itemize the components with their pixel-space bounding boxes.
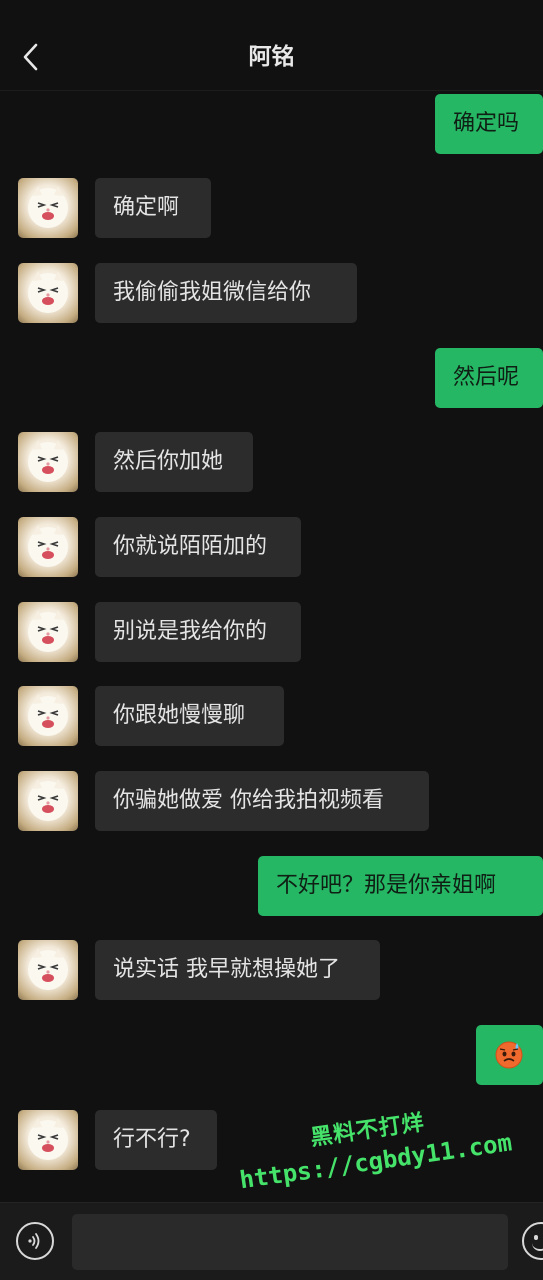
message-input[interactable]	[72, 1214, 508, 1270]
message-bubble[interactable]: 你骗她做爱 你给我拍视频看	[95, 771, 429, 831]
message-bubble[interactable]: 你跟她慢慢聊	[95, 686, 284, 746]
avatar[interactable]	[18, 1110, 78, 1170]
avatar[interactable]	[18, 686, 78, 746]
emoji-button[interactable]	[522, 1222, 543, 1260]
voice-button[interactable]	[16, 1222, 54, 1260]
message-list[interactable]: 确定吗 确定啊 我偷偷我姐微信给你 然后呢 然后你加她 你就说陌陌加的 别说是我…	[0, 91, 543, 1201]
avatar[interactable]	[18, 940, 78, 1000]
input-bar	[0, 1202, 543, 1280]
avatar[interactable]	[18, 517, 78, 577]
message-bubble[interactable]: 然后呢	[435, 348, 543, 408]
cat-avatar-image	[28, 610, 68, 652]
avatar[interactable]	[18, 178, 78, 238]
cat-avatar-image	[28, 779, 68, 821]
avatar[interactable]	[18, 771, 78, 831]
message-bubble[interactable]: 不好吧？那是你亲姐啊	[258, 856, 543, 916]
message-bubble[interactable]: 你就说陌陌加的	[95, 517, 301, 577]
chat-header: 阿铭	[0, 0, 543, 91]
message-bubble[interactable]: 然后你加她	[95, 432, 253, 492]
cat-avatar-image	[28, 1118, 68, 1160]
voice-icon	[28, 1233, 40, 1249]
avatar[interactable]	[18, 263, 78, 323]
cat-avatar-image	[28, 694, 68, 736]
message-bubble[interactable]: 确定吗	[435, 94, 543, 154]
cat-avatar-image	[28, 440, 68, 482]
cat-avatar-image	[28, 271, 68, 313]
chat-title: 阿铭	[248, 44, 295, 70]
avatar[interactable]	[18, 602, 78, 662]
message-bubble[interactable]: 说实话 我早就想操她了	[95, 940, 380, 1000]
avatar[interactable]	[18, 432, 78, 492]
message-bubble[interactable]: 我偷偷我姐微信给你	[95, 263, 357, 323]
cat-avatar-image	[28, 186, 68, 228]
message-bubble[interactable]: 确定啊	[95, 178, 211, 238]
chat-screen: 阿铭 确定吗 确定啊 我偷偷我姐微信给你 然后呢 然后你加她 你就说陌陌加的 别…	[0, 0, 543, 1280]
message-bubble[interactable]: 别说是我给你的	[95, 602, 301, 662]
message-bubble[interactable]: 行不行?	[95, 1110, 217, 1170]
sweating-face-emoji-icon	[495, 1041, 523, 1069]
cat-avatar-image	[28, 525, 68, 567]
cat-avatar-image	[28, 948, 68, 990]
